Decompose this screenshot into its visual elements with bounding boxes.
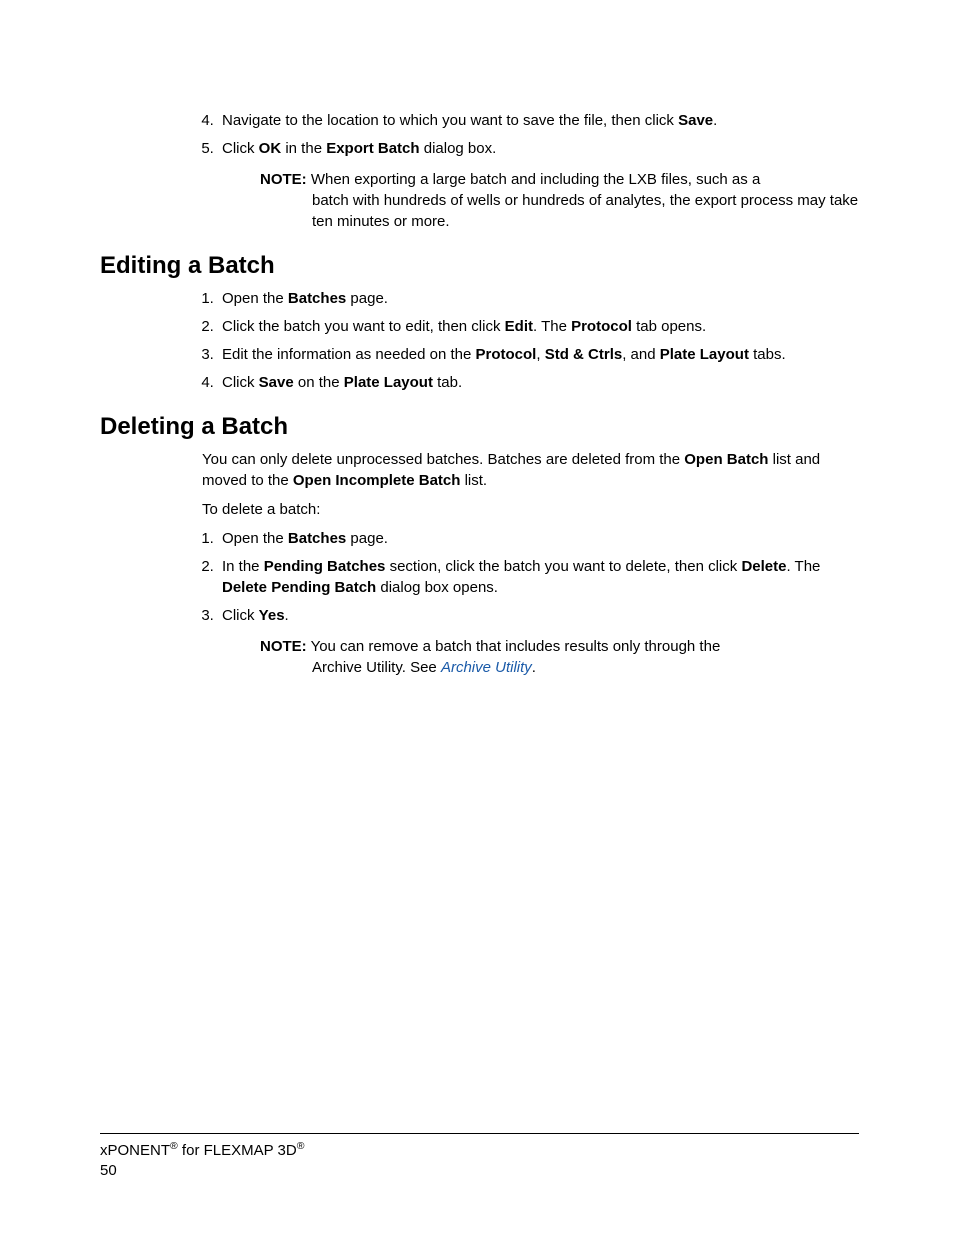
text: Open the bbox=[222, 290, 288, 307]
text: dialog box opens. bbox=[376, 579, 498, 596]
bold-text: Open Batch bbox=[684, 451, 768, 468]
product-name: xPONENT bbox=[100, 1142, 170, 1159]
text: You can only delete unprocessed batches.… bbox=[202, 451, 684, 468]
page-footer: xPONENT® for FLEXMAP 3D® 50 bbox=[100, 1133, 859, 1180]
list-item: Navigate to the location to which you wa… bbox=[218, 110, 859, 131]
note-continuation: Archive Utility. See Archive Utility. bbox=[312, 657, 859, 678]
text: page. bbox=[346, 290, 388, 307]
text: . The bbox=[533, 318, 571, 335]
content-area: Navigate to the location to which you wa… bbox=[100, 110, 859, 678]
text: dialog box. bbox=[420, 140, 497, 157]
note-text-line: You can remove a batch that includes res… bbox=[311, 638, 721, 655]
text: Navigate to the location to which you wa… bbox=[222, 112, 678, 129]
list-item: Click the batch you want to edit, then c… bbox=[218, 316, 859, 337]
text: tab opens. bbox=[632, 318, 706, 335]
bold-text: Export Batch bbox=[326, 140, 419, 157]
list-item: In the Pending Batches section, click th… bbox=[218, 556, 859, 598]
text: . bbox=[532, 659, 536, 676]
bold-text: Std & Ctrls bbox=[545, 346, 623, 363]
section-heading: Editing a Batch bbox=[100, 252, 859, 280]
page-number: 50 bbox=[100, 1162, 117, 1179]
text: . bbox=[285, 607, 289, 624]
note-block: NOTE: When exporting a large batch and i… bbox=[260, 169, 859, 232]
list-item: Open the Batches page. bbox=[218, 528, 859, 549]
note-label: NOTE: bbox=[260, 638, 307, 655]
bold-text: Protocol bbox=[476, 346, 537, 363]
bold-text: Save bbox=[678, 112, 713, 129]
bold-text: Delete Pending Batch bbox=[222, 579, 376, 596]
footer-text: xPONENT® for FLEXMAP 3D® 50 bbox=[100, 1140, 859, 1180]
registered-mark: ® bbox=[170, 1140, 178, 1152]
archive-utility-link[interactable]: Archive Utility bbox=[441, 659, 532, 676]
list-item: Open the Batches page. bbox=[218, 288, 859, 309]
bold-text: Pending Batches bbox=[264, 558, 386, 575]
text: section, click the batch you want to del… bbox=[385, 558, 741, 575]
footer-rule bbox=[100, 1133, 859, 1134]
text: Edit the information as needed on the bbox=[222, 346, 476, 363]
list-item: Edit the information as needed on the Pr… bbox=[218, 344, 859, 365]
text: in the bbox=[281, 140, 326, 157]
bold-text: Plate Layout bbox=[660, 346, 749, 363]
paragraph: To delete a batch: bbox=[202, 499, 859, 520]
bold-text: Batches bbox=[288, 530, 346, 547]
bold-text: Yes bbox=[259, 607, 285, 624]
list-item: Click Yes. bbox=[218, 605, 859, 626]
note-block: NOTE: You can remove a batch that includ… bbox=[260, 636, 859, 678]
bold-text: Batches bbox=[288, 290, 346, 307]
bold-text: OK bbox=[259, 140, 282, 157]
text: . bbox=[713, 112, 717, 129]
list-item: Click OK in the Export Batch dialog box. bbox=[218, 138, 859, 159]
bold-text: Save bbox=[259, 374, 294, 391]
text: tab. bbox=[433, 374, 462, 391]
text: Open the bbox=[222, 530, 288, 547]
ordered-list: Open the Batches page. Click the batch y… bbox=[190, 288, 859, 393]
text: tabs. bbox=[749, 346, 786, 363]
bold-text: Plate Layout bbox=[344, 374, 433, 391]
note-text-line: When exporting a large batch and includi… bbox=[311, 171, 760, 188]
note-continuation: batch with hundreds of wells or hundreds… bbox=[312, 190, 859, 232]
product-name: for FLEXMAP 3D bbox=[178, 1142, 297, 1159]
text: Click bbox=[222, 607, 259, 624]
bold-text: Delete bbox=[741, 558, 786, 575]
text: In the bbox=[222, 558, 264, 575]
text: Click bbox=[222, 374, 259, 391]
text: . The bbox=[786, 558, 820, 575]
document-page: Navigate to the location to which you wa… bbox=[0, 0, 954, 1235]
list-item: Click Save on the Plate Layout tab. bbox=[218, 372, 859, 393]
section-heading: Deleting a Batch bbox=[100, 413, 859, 441]
text: Click bbox=[222, 140, 259, 157]
text: list. bbox=[460, 472, 487, 489]
registered-mark: ® bbox=[297, 1140, 305, 1152]
ordered-list: Open the Batches page. In the Pending Ba… bbox=[190, 528, 859, 626]
bold-text: Open Incomplete Batch bbox=[293, 472, 461, 489]
text: , and bbox=[622, 346, 660, 363]
bold-text: Edit bbox=[505, 318, 533, 335]
note-label: NOTE: bbox=[260, 171, 307, 188]
text: page. bbox=[346, 530, 388, 547]
continued-ordered-list: Navigate to the location to which you wa… bbox=[190, 110, 859, 159]
text: , bbox=[536, 346, 544, 363]
bold-text: Protocol bbox=[571, 318, 632, 335]
text: Archive Utility. See bbox=[312, 659, 441, 676]
paragraph: You can only delete unprocessed batches.… bbox=[202, 449, 859, 491]
text: on the bbox=[294, 374, 344, 391]
text: Click the batch you want to edit, then c… bbox=[222, 318, 505, 335]
